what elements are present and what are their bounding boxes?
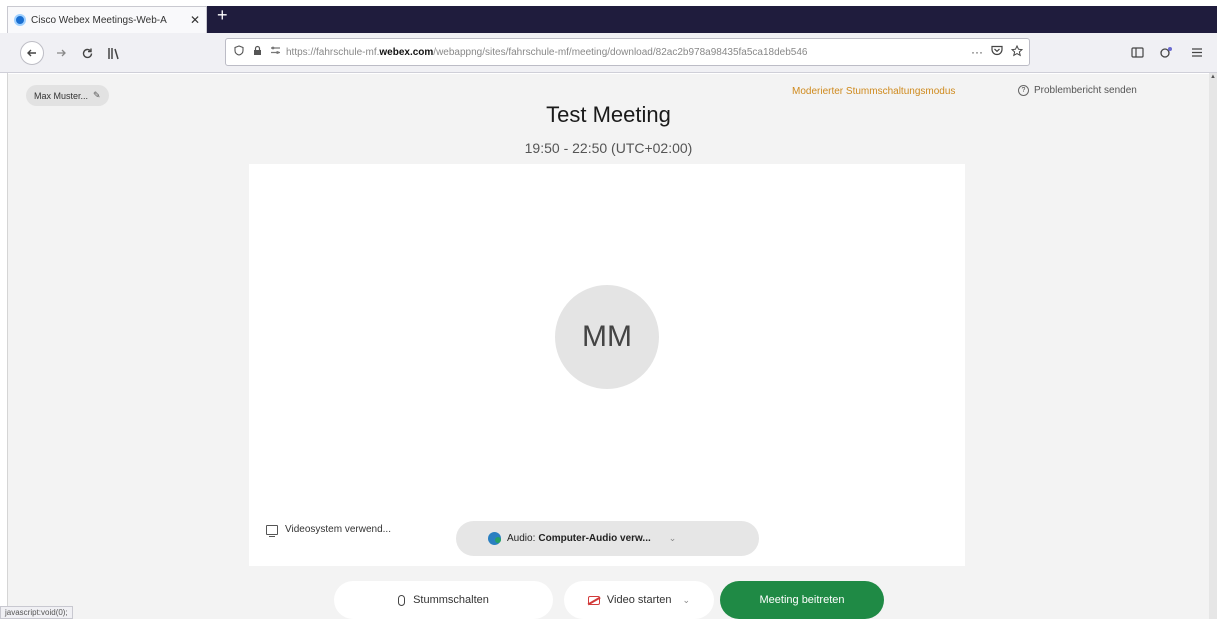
page-actions-icon[interactable]: ···	[971, 45, 983, 60]
tab-close-icon[interactable]: ✕	[190, 13, 200, 27]
shield-icon[interactable]	[232, 45, 246, 59]
account-icon	[1159, 46, 1172, 58]
audio-headset-icon	[488, 532, 501, 545]
url-prefix: https://fahrschule-mf.	[286, 46, 380, 58]
back-arrow-icon	[27, 49, 36, 57]
chevron-down-icon: ⌄	[668, 533, 677, 543]
join-meeting-button[interactable]: Meeting beitreten	[720, 581, 884, 619]
navigation-bar: https://fahrschule-mf.webex.com/webappng…	[0, 33, 1217, 73]
scroll-up-icon[interactable]: ▲	[1209, 74, 1217, 82]
left-edge	[0, 73, 8, 619]
user-name: Max Muster...	[34, 90, 89, 101]
browser-tab-webex[interactable]: Cisco Webex Meetings-Web-A ✕	[7, 6, 207, 33]
video-preview-panel: MM Videosystem verwend... Audio: Compute…	[249, 164, 965, 566]
new-tab-button[interactable]: +	[217, 4, 228, 26]
sidebar-icon	[1130, 46, 1144, 58]
start-video-label: Video starten	[606, 594, 672, 606]
library-button[interactable]	[102, 41, 126, 65]
forward-arrow-icon	[57, 49, 66, 57]
library-icon	[108, 47, 119, 59]
extensions-button[interactable]	[1155, 41, 1177, 63]
lock-icon[interactable]	[250, 45, 264, 59]
avatar: MM	[555, 285, 659, 389]
send-problem-report-link[interactable]: ? Problembericht senden	[1018, 85, 1137, 96]
hamburger-menu-icon	[1192, 47, 1202, 57]
bookmark-star-icon[interactable]	[1010, 44, 1024, 60]
url-text[interactable]: https://fahrschule-mf.webex.com/webappng…	[286, 47, 965, 58]
reload-button[interactable]	[75, 41, 99, 65]
tab-strip-background	[207, 6, 1217, 33]
microphone-icon	[398, 594, 406, 606]
status-url: javascript:void(0);	[0, 606, 73, 619]
url-suffix: /webappng/sites/fahrschule-mf/meeting/do…	[433, 46, 808, 58]
permissions-icon[interactable]	[268, 46, 282, 58]
mute-button[interactable]: Stummschalten	[334, 581, 553, 619]
url-domain: webex.com	[379, 46, 434, 58]
moderated-mute-mode-link[interactable]: Moderierter Stummschaltungsmodus	[792, 86, 955, 97]
url-actions: ···	[971, 44, 1024, 60]
reload-icon	[82, 48, 92, 58]
webex-favicon-icon	[14, 14, 26, 26]
meeting-title: Test Meeting	[546, 102, 671, 127]
tab-title: Cisco Webex Meetings-Web-A	[31, 14, 167, 26]
camera-off-icon	[587, 595, 600, 605]
video-options-chevron-icon[interactable]: ⌄	[683, 595, 691, 606]
back-button[interactable]	[20, 41, 44, 65]
reader-view-button[interactable]	[1126, 41, 1148, 63]
menu-button[interactable]	[1186, 41, 1208, 63]
scrollbar[interactable]	[1209, 73, 1217, 619]
video-system-icon	[266, 524, 278, 537]
meeting-time: 19:50 - 22:50 (UTC+02:00)	[524, 140, 693, 156]
address-bar[interactable]: https://fahrschule-mf.webex.com/webappng…	[225, 38, 1030, 66]
mute-label: Stummschalten	[413, 594, 489, 606]
audio-value: Computer-Audio verw...	[538, 533, 651, 544]
report-label: Problembericht senden	[1034, 85, 1137, 96]
pocket-icon[interactable]	[991, 45, 1003, 60]
audio-label: Audio:	[507, 533, 536, 544]
audio-select[interactable]: Audio: Computer-Audio verw... ⌄	[456, 521, 759, 556]
video-system-label: Videosystem verwend...	[285, 524, 391, 535]
webex-join-page: Max Muster... ✎ Moderierter Stummschaltu…	[8, 74, 1209, 619]
video-system-button[interactable]: Videosystem verwend...	[266, 524, 391, 537]
edit-pencil-icon: ✎	[93, 90, 101, 100]
start-video-button[interactable]: Video starten ⌄	[564, 581, 714, 619]
question-icon: ?	[1018, 85, 1029, 96]
forward-button[interactable]	[49, 41, 73, 65]
tab-strip: Cisco Webex Meetings-Web-A ✕ +	[0, 0, 1217, 33]
